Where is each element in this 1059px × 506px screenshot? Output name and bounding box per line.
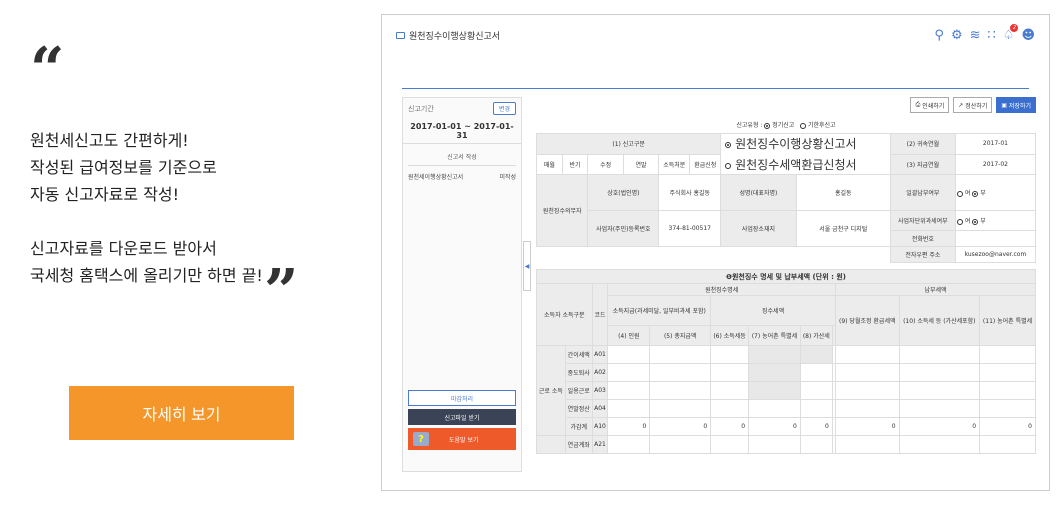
- user-icon[interactable]: ☻: [1021, 28, 1035, 43]
- business-number: 374-81-00517: [658, 210, 722, 247]
- app-window: 원천징수이행상황신고서 ⚲ ⚙ ≋ ∷ ♤ 2 ☻ 신고기간 변경 2017-01…: [381, 14, 1050, 491]
- table-row: 연금계좌 A21: [536, 435, 1036, 454]
- belong-month: 2017-01: [954, 133, 1037, 155]
- document-icon: [396, 31, 405, 39]
- late-report-radio[interactable]: [800, 122, 807, 129]
- search-icon[interactable]: ⚲: [934, 28, 944, 43]
- notification-badge: 2: [1010, 23, 1019, 32]
- period-value: 2017-01-01 ~ 2017-01-31: [403, 119, 521, 144]
- report-type-selector: 신고유형 : 정기신고 기한후신고: [736, 122, 836, 129]
- table-row: 가감계 A10 0 0 0 0 0 0 0 0: [537, 417, 1036, 436]
- collapse-sidebar-handle[interactable]: ◀: [523, 241, 531, 291]
- view-details-button[interactable]: 자세히 보기: [69, 386, 294, 440]
- grid-icon[interactable]: ∷: [988, 28, 996, 43]
- promo-line: 원천세신고도 간편하게!: [30, 131, 189, 150]
- promo-line: 국세청 홈택스에 올리기만 하면 끝!: [30, 266, 263, 285]
- period-label: 신고기간: [408, 104, 434, 113]
- sidebar-item-report[interactable]: 원천세이행상황신고서 미작성: [403, 166, 521, 187]
- promo-section: “ 원천세신고도 간편하게! 작성된 급여정보를 기준으로 자동 신고자료로 작…: [30, 40, 350, 289]
- promo-line: 자동 신고자료로 작성!: [30, 185, 180, 204]
- app-title-text: 원천징수이행상황신고서: [409, 31, 501, 42]
- action-bar: ⎙ 인쇄하기 ↗ 정산하기 ▣ 저장하기: [536, 97, 1036, 113]
- table-row: 일용근로 A03: [537, 381, 1036, 400]
- app-title: 원천징수이행상황신고서: [396, 29, 500, 42]
- save-button[interactable]: ▣ 저장하기: [996, 97, 1036, 113]
- open-quote-icon: “: [30, 35, 65, 105]
- help-icon: ?: [413, 432, 429, 446]
- business-address: 서울 금천구 디지털: [795, 210, 891, 247]
- chart-icon[interactable]: ≋: [970, 28, 981, 43]
- phone-field[interactable]: [954, 230, 1037, 247]
- help-button[interactable]: ? 도움말 보기: [408, 428, 516, 450]
- title1-radio[interactable]: [725, 141, 732, 148]
- close-quote-icon: ”: [264, 257, 299, 327]
- gear-icon[interactable]: ⚙: [951, 28, 963, 43]
- promo-line: 신고자료를 다운로드 받아서: [30, 239, 217, 258]
- table-row: 근로 소득 간이세액 A01: [536, 345, 1036, 436]
- app-header: 원천징수이행상황신고서 ⚲ ⚙ ≋ ∷ ♤ 2 ☻: [382, 15, 1049, 55]
- table-row: 중도퇴사 A02: [537, 363, 1036, 382]
- main-panel: ⎙ 인쇄하기 ↗ 정산하기 ▣ 저장하기 신고유형 : 정기신고 기한후신고 (…: [535, 97, 1037, 487]
- email-field: kusezoo@naver.com: [954, 246, 1037, 263]
- print-button[interactable]: ⎙ 인쇄하기: [910, 97, 950, 113]
- promo-text: 원천세신고도 간편하게! 작성된 급여정보를 기준으로 자동 신고자료로 작성!…: [30, 127, 350, 289]
- sidebar-section-title: 신고서 작성: [408, 144, 516, 166]
- regular-report-radio[interactable]: [764, 122, 771, 129]
- report-name: 원천세이행상황신고서: [408, 174, 464, 181]
- help-button-label: 도움말 보기: [449, 436, 479, 444]
- close-period-button[interactable]: 마감처리: [408, 390, 516, 406]
- bell-icon[interactable]: ♤ 2: [1003, 23, 1019, 43]
- report-header-form: (1) 신고구분 원천징수이행상황신고서 원천징수세액환급신청서 (2) 귀속연…: [535, 133, 1037, 263]
- amend-button[interactable]: ↗ 정산하기: [953, 97, 993, 113]
- table-row: 연말정산 A04: [537, 399, 1036, 418]
- change-period-button[interactable]: 변경: [492, 102, 516, 115]
- company-name: 주식회사 홍길동: [658, 174, 722, 211]
- title2-radio[interactable]: [725, 162, 732, 169]
- top-toolbar: ⚲ ⚙ ≋ ∷ ♤ 2 ☻: [934, 23, 1035, 43]
- download-file-button[interactable]: 신고파일 받기: [408, 409, 516, 425]
- withholding-summary-table: ❶원천징수 명세 및 납부세액 (단위 : 원) 소득자 소득구분 코드 원천징…: [536, 269, 1036, 454]
- representative-name: 홍길동: [795, 174, 891, 211]
- sidebar: 신고기간 변경 2017-01-01 ~ 2017-01-31 신고서 작성 원…: [402, 97, 522, 472]
- report-status: 미작성: [499, 174, 516, 181]
- pay-month: 2017-02: [954, 153, 1037, 175]
- promo-line: 작성된 급여정보를 기준으로: [30, 158, 217, 177]
